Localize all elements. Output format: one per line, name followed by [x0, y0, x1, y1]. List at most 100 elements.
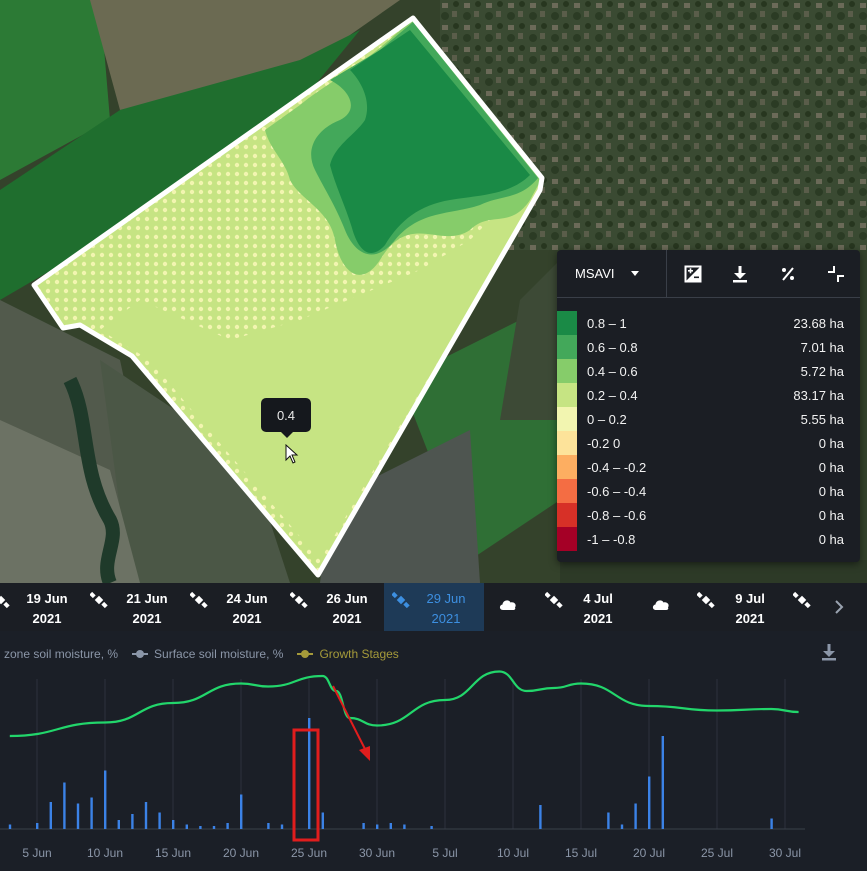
satellite-map[interactable]: 0.4 MSAVI 0.8 – 1 23.68 ha 0.6 – 0.8 7.0…: [0, 0, 867, 583]
precipitation-bar: [539, 805, 542, 829]
legend-range: -0.6 – -0.4: [587, 483, 647, 499]
legend-area: 0 ha: [818, 459, 844, 475]
legend-area: 7.01 ha: [800, 339, 844, 355]
legend-swatch: [557, 479, 577, 503]
legend-range: -1 – -0.8: [587, 531, 636, 547]
date-year: 2021: [132, 611, 162, 626]
date-label: 29 Jun 2021: [411, 589, 481, 629]
legend-range: -0.8 – -0.6: [587, 507, 647, 523]
precipitation-bar: [648, 776, 651, 829]
precipitation-bar: [321, 812, 324, 829]
mouse-cursor-icon: [285, 444, 299, 464]
x-tick-label: 5 Jul: [432, 846, 457, 860]
download-icon: [733, 265, 748, 282]
legend-range: -0.2 0: [587, 435, 621, 451]
date-day: 26 Jun: [326, 591, 368, 606]
date-item[interactable]: 19 Jun 2021: [0, 583, 92, 631]
cloud-icon: [499, 600, 516, 610]
precipitation-bar: [376, 824, 379, 829]
legend-swatch: [557, 503, 577, 527]
precipitation-bar: [240, 794, 243, 829]
satellite-icon: [793, 591, 811, 609]
legend-area: 0 ha: [818, 483, 844, 499]
precipitation-bar: [267, 823, 270, 829]
legend-swatch: [557, 383, 577, 407]
legend-row: 0.2 – 0.4 83.17 ha: [557, 383, 860, 407]
legend-row: 0.6 – 0.8 7.01 ha: [557, 335, 860, 359]
precipitation-bar: [185, 824, 188, 829]
legend-download-button[interactable]: [717, 250, 765, 298]
legend-row: -0.6 – -0.4 0 ha: [557, 479, 860, 503]
legend-swatch: [557, 359, 577, 383]
precipitation-bar: [36, 823, 39, 829]
precipitation-bar: [117, 820, 120, 829]
satellite-icon: [190, 591, 208, 609]
contrast-icon: [684, 265, 702, 282]
date-day: 19 Jun: [26, 591, 68, 606]
precipitation-bar: [49, 802, 52, 829]
date-item[interactable]: 29 Jun 2021: [384, 583, 484, 631]
x-tick-label: 5 Jun: [22, 846, 51, 860]
precipitation-bar: [104, 770, 107, 829]
satellite-icon: [392, 591, 410, 609]
date-year: 2021: [583, 611, 613, 626]
legend-row: -1 – -0.8 0 ha: [557, 527, 860, 551]
index-legend-panel: MSAVI 0.8 – 1 23.68 ha 0.6 – 0.8 7.01 ha…: [557, 249, 860, 562]
imagery-date-strip: 19 Jun 2021 21 Jun 2021 24 Jun 2021 26 Jun 2021…: [0, 583, 867, 631]
precipitation-bar: [212, 826, 216, 829]
percent-button[interactable]: [764, 250, 812, 298]
percent-icon: [782, 266, 795, 281]
satellite-icon: [290, 591, 308, 609]
vegetation-index-line: [9, 670, 799, 738]
annotation-red-arrow: [332, 685, 367, 752]
next-dates-button[interactable]: [811, 583, 867, 631]
precipitation-bar: [280, 824, 284, 829]
date-day: 24 Jun: [226, 591, 268, 606]
precipitation-bar: [199, 826, 202, 829]
date-year: 2021: [431, 611, 461, 626]
precipitation-bar: [634, 803, 637, 829]
x-tick-label: 20 Jul: [633, 846, 665, 860]
collapse-button[interactable]: [812, 250, 860, 298]
legend-area: 0 ha: [818, 531, 844, 547]
precipitation-bar: [226, 823, 229, 829]
pixel-value-tooltip: 0.4: [261, 398, 311, 438]
date-year: 2021: [232, 611, 262, 626]
x-tick-label: 30 Jul: [769, 846, 801, 860]
date-day: 21 Jun: [126, 591, 168, 606]
legend-row: 0 – 0.2 5.55 ha: [557, 407, 860, 431]
date-label: 24 Jun 2021: [212, 589, 282, 629]
precipitation-bar: [403, 824, 406, 829]
legend-area: 23.68 ha: [793, 315, 844, 331]
date-day: 29 Jun: [426, 591, 466, 606]
precipitation-bar: [661, 736, 664, 829]
legend-row: -0.8 – -0.6 0 ha: [557, 503, 860, 527]
legend-range: 0.4 – 0.6: [587, 363, 638, 379]
legend-swatch: [557, 431, 577, 455]
precipitation-bar: [76, 803, 80, 829]
x-tick-label: 10 Jun: [87, 846, 123, 860]
legend-swatch: [557, 335, 577, 359]
precipitation-bar: [144, 802, 148, 829]
precipitation-bar: [362, 823, 365, 829]
satellite-icon: [90, 591, 108, 609]
chart-plot-area: 5 Jun 10 Jun 15 Jun 20 Jun 25 Jun 30 Jun 5 Jul…: [0, 670, 805, 860]
index-dropdown[interactable]: MSAVI: [557, 249, 667, 298]
legend-area: 5.55 ha: [800, 411, 844, 427]
date-label: 9 Jul 2021: [715, 589, 785, 629]
contrast-button[interactable]: [669, 250, 717, 298]
date-label: 4 Jul 2021: [563, 589, 633, 629]
x-tick-label: 10 Jul: [497, 846, 529, 860]
precipitation-bar: [389, 823, 392, 829]
precipitation-bar: [770, 818, 773, 829]
legend-row: 0.8 – 1 23.68 ha: [557, 311, 860, 335]
legend-range: 0.8 – 1: [587, 315, 627, 331]
precipitation-bar: [63, 782, 66, 829]
x-tick-label: 15 Jul: [565, 846, 597, 860]
legend-area: 0 ha: [818, 435, 844, 451]
x-tick-label: 25 Jun: [291, 846, 327, 860]
date-label: 26 Jun 2021: [312, 589, 382, 629]
legend-toolbar: MSAVI: [557, 249, 860, 298]
legend-row: -0.4 – -0.2 0 ha: [557, 455, 860, 479]
precipitation-bar: [90, 797, 93, 829]
